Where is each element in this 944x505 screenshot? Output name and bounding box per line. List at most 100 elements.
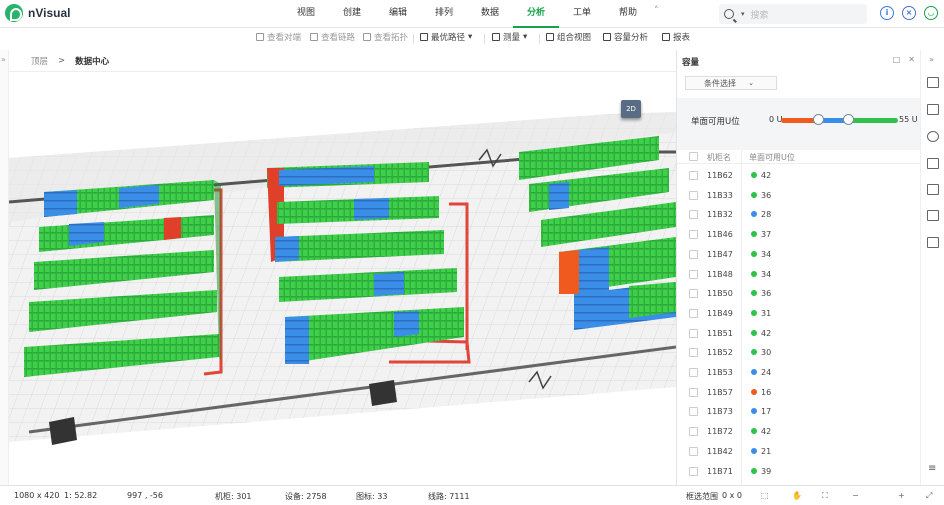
cabinet-row[interactable]: 11B53 24 <box>677 363 911 383</box>
available-u-value: 21 <box>761 446 772 456</box>
available-u-value: 30 <box>761 348 772 358</box>
view-2d-toggle-button[interactable]: 2D <box>621 100 641 118</box>
capacity-status-dot <box>751 369 757 375</box>
row-checkbox[interactable] <box>689 249 698 259</box>
row-checkbox[interactable] <box>689 230 698 240</box>
status-coordinates: 997 , -56 <box>127 491 163 500</box>
row-checkbox[interactable] <box>689 427 698 437</box>
document-icon[interactable] <box>927 210 939 221</box>
cabinet-row[interactable]: 11B50 36 <box>677 284 911 304</box>
row-checkbox[interactable] <box>689 289 698 299</box>
menu-item[interactable]: 视图 <box>283 0 329 28</box>
breadcrumb-root[interactable]: 顶层 <box>31 55 48 67</box>
row-checkbox[interactable] <box>689 348 698 358</box>
capacity-status-dot <box>751 428 757 435</box>
row-checkbox[interactable] <box>689 407 698 417</box>
cabinet-row[interactable]: 11B51 42 <box>677 324 911 344</box>
cabinet-row[interactable]: 11B49 31 <box>677 304 911 324</box>
collapse-menu-button[interactable]: ˄ <box>654 6 659 16</box>
cabinet-row[interactable]: 11B32 28 <box>677 205 911 225</box>
search-box[interactable]: ▾ 搜索 <box>719 4 867 24</box>
breadcrumb-separator: > <box>58 55 66 66</box>
row-checkbox[interactable] <box>689 368 698 377</box>
search-input[interactable]: 搜索 <box>751 8 769 21</box>
view-link-button[interactable]: 查看链路 <box>310 31 355 43</box>
cabinet-row[interactable]: 11B33 36 <box>677 186 911 206</box>
combined-view-button[interactable]: 组合视图 <box>546 31 591 43</box>
properties-icon[interactable] <box>927 77 939 88</box>
cabinet-name: 11B50 <box>707 289 733 299</box>
row-checkbox[interactable] <box>689 328 698 338</box>
menu-item[interactable]: 帮助 <box>605 0 651 28</box>
slider-thumb-high[interactable] <box>842 114 854 125</box>
view-peer-button[interactable]: 查看对端 <box>256 31 301 43</box>
scene-viewport[interactable]: 2D <box>9 72 676 485</box>
optimal-path-button[interactable]: 最优路径 ▾ <box>420 31 472 43</box>
row-checkbox[interactable] <box>689 387 698 397</box>
menu-item[interactable]: 排列 <box>421 0 467 28</box>
user-icon[interactable]: ◡ <box>924 6 938 20</box>
available-u-value: 28 <box>761 210 772 220</box>
cabinet-row[interactable]: 11B42 21 <box>677 442 911 462</box>
view-topology-icon <box>363 33 371 41</box>
capacity-status-dot <box>751 447 757 454</box>
topology-icon[interactable] <box>927 131 939 142</box>
left-collapse-strip[interactable]: » <box>0 50 9 485</box>
cabinet-row[interactable]: 11B48 34 <box>677 265 911 285</box>
status-line-count: 线路: 7111 <box>428 492 470 501</box>
zoom-out-icon[interactable]: − <box>852 491 859 500</box>
capacity-analysis-button[interactable]: 容量分析 <box>603 31 648 43</box>
menu-item[interactable]: 编辑 <box>375 0 421 28</box>
monitor-icon[interactable] <box>927 237 939 248</box>
row-checkbox[interactable] <box>689 466 698 476</box>
settings-circle-icon[interactable]: × <box>902 6 916 20</box>
menu-item[interactable]: 分析 <box>513 0 559 28</box>
cabinet-row[interactable]: 11B62 42 <box>677 166 911 186</box>
view-link-icon <box>310 33 318 41</box>
datacenter-3d-view[interactable] <box>9 72 676 485</box>
view-topology-button[interactable]: 查看拓扑 <box>363 31 408 43</box>
zoom-in-icon[interactable]: + <box>898 491 905 500</box>
panel-title: 容量 <box>682 58 700 68</box>
cabinet-name: 11B62 <box>707 171 733 180</box>
cabinet-row[interactable]: 11B72 42 <box>677 422 911 442</box>
maximize-icon[interactable]: □ <box>893 55 901 64</box>
search-scope-dropdown[interactable]: ▾ <box>741 10 745 18</box>
report-button[interactable]: 报表 <box>662 31 690 43</box>
cabinet-name: 11B71 <box>707 466 733 476</box>
menu-item[interactable]: 数据 <box>467 0 513 28</box>
toolbar: 查看对端 查看链路 查看拓扑 最优路径 ▾ 测量 ▾ 组合视图 容量分析 报表 <box>0 28 944 50</box>
menu-item[interactable]: 创建 <box>329 0 375 28</box>
info-icon[interactable]: i <box>880 6 894 20</box>
pan-hand-icon[interactable]: ✋ <box>792 491 802 500</box>
cabinet-row[interactable]: 11B57 16 <box>677 383 911 403</box>
row-checkbox[interactable] <box>689 210 698 220</box>
list-icon[interactable] <box>927 104 939 115</box>
row-checkbox[interactable] <box>689 190 698 200</box>
capacity-status-dot <box>751 191 757 198</box>
fullscreen-icon[interactable]: ⤢ <box>926 491 932 501</box>
expand-right-icon[interactable]: » <box>929 55 934 64</box>
cabinet-row[interactable]: 11B52 30 <box>677 343 911 363</box>
row-checkbox[interactable] <box>689 308 698 318</box>
select-all-checkbox[interactable] <box>689 152 698 161</box>
menu-icon[interactable]: ≡ <box>928 463 936 474</box>
row-checkbox[interactable] <box>689 446 698 456</box>
slider-range-high <box>847 118 898 123</box>
app-logo[interactable]: nVisual <box>5 4 70 22</box>
link-icon[interactable] <box>927 158 939 169</box>
cabinet-row[interactable]: 11B73 17 <box>677 402 911 422</box>
cabinet-row[interactable]: 11B71 39 <box>677 462 911 482</box>
row-checkbox[interactable] <box>689 269 698 279</box>
fit-view-icon[interactable]: ⛶ <box>822 491 828 501</box>
tree-icon[interactable] <box>927 184 939 195</box>
top-bar: nVisual 视图 创建 编辑 排列 数据 分析 工单 帮助 ˄ ▾ 搜索 i × ◡ <box>0 0 944 28</box>
select-tool-icon[interactable]: ⬚ <box>761 491 769 500</box>
cabinet-row[interactable]: 11B47 34 <box>677 245 911 265</box>
close-icon[interactable]: ✕ <box>908 55 915 64</box>
measure-button[interactable]: 测量 ▾ <box>492 31 527 43</box>
menu-item[interactable]: 工单 <box>559 0 605 28</box>
condition-select[interactable]: 条件选择 ⌄ <box>685 76 777 90</box>
row-checkbox[interactable] <box>689 171 698 180</box>
cabinet-row[interactable]: 11B46 37 <box>677 225 911 245</box>
